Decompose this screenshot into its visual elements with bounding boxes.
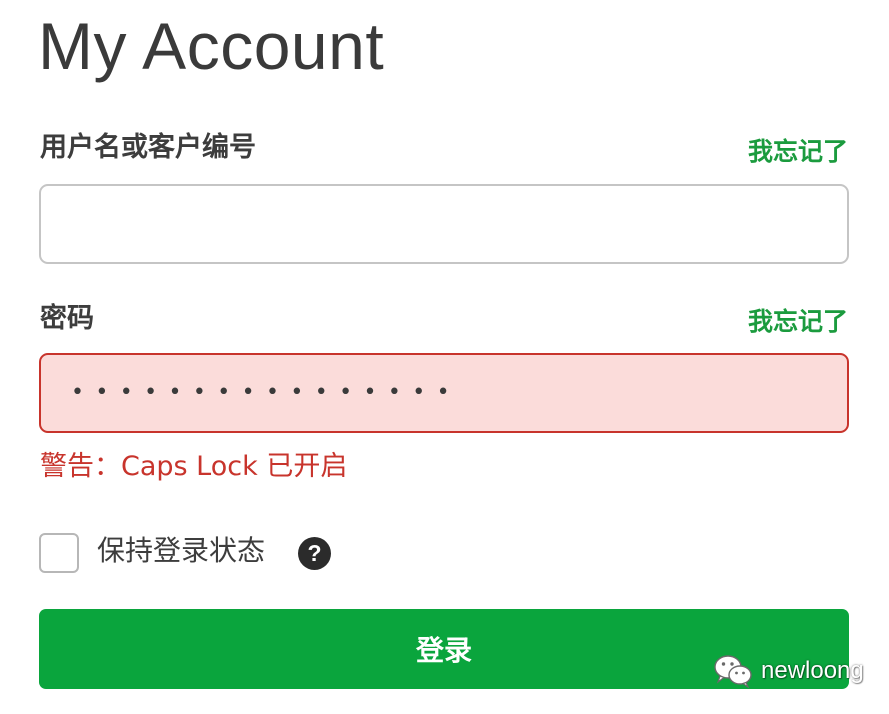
remember-me-checkbox[interactable] (39, 533, 79, 573)
remember-me-label[interactable]: 保持登录状态 (97, 532, 265, 570)
wechat-icon (713, 653, 753, 689)
help-icon[interactable]: ? (298, 537, 331, 570)
watermark-text: newloong (761, 657, 864, 684)
watermark: newloong (713, 651, 864, 691)
page-title: My Account (38, 9, 385, 83)
username-input[interactable] (39, 184, 849, 264)
password-masked-value: •••••••••••••••• (71, 380, 462, 405)
caps-lock-warning: 警告：Caps Lock 已开启 (40, 451, 348, 482)
username-label: 用户名或客户编号 (40, 132, 256, 163)
password-label: 密码 (40, 303, 94, 334)
forgot-username-link[interactable]: 我忘记了 (748, 136, 848, 168)
forgot-password-link[interactable]: 我忘记了 (748, 306, 848, 338)
